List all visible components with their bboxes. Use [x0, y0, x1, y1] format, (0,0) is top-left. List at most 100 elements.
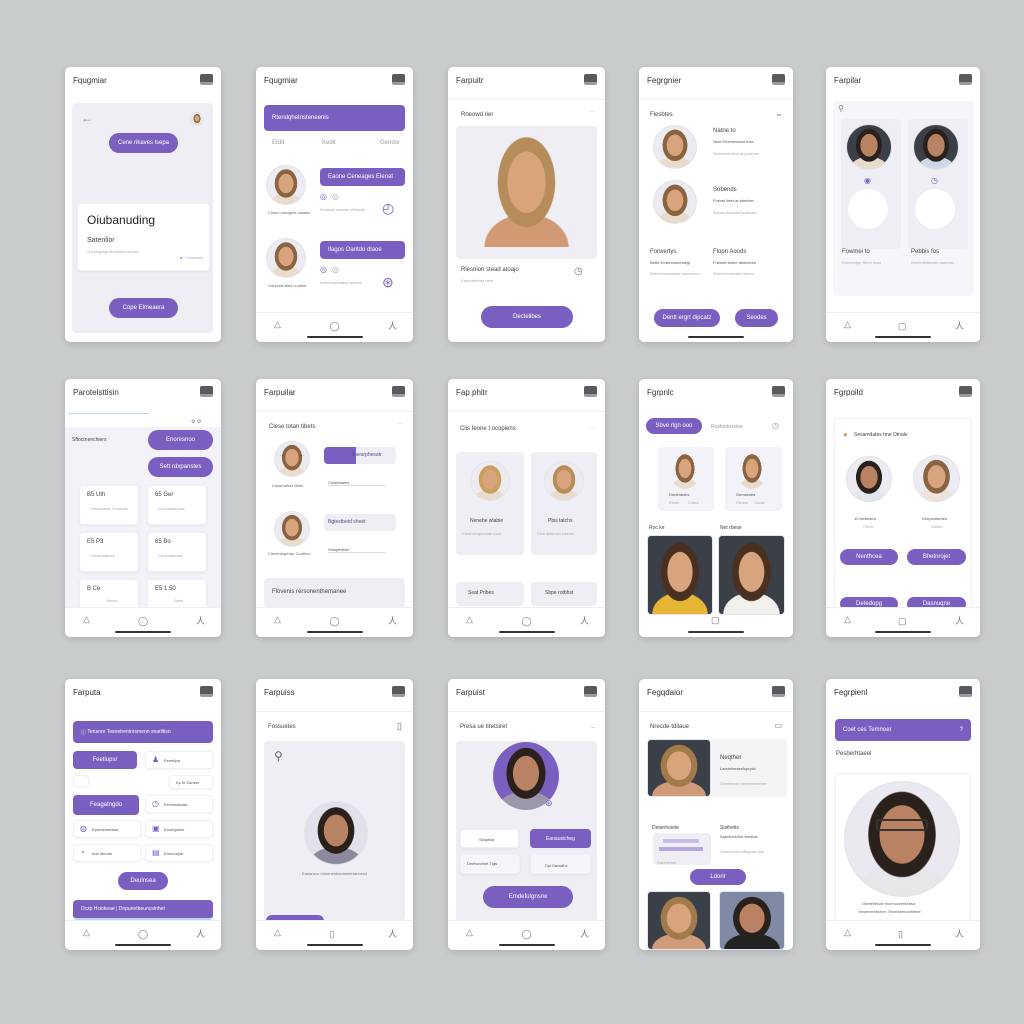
chat-icon[interactable]: ▯	[330, 929, 335, 940]
photo[interactable]	[647, 535, 713, 615]
menu-icon[interactable]	[959, 686, 972, 697]
option[interactable]: ▣ Eoolegaber	[145, 820, 213, 838]
chat-icon[interactable]: ◯	[522, 616, 532, 627]
stat-tile[interactable]: 65 Bo Cenenaeeeee	[147, 532, 207, 572]
tab-1[interactable]: Erdit	[272, 140, 284, 146]
globe-icon[interactable]: ◎	[332, 193, 339, 201]
option[interactable]: Dpl.Savsdhs	[530, 854, 591, 874]
camera-icon[interactable]: ◉	[864, 177, 871, 185]
top-button[interactable]: Cene rikaves lsepa	[109, 133, 178, 153]
bell-icon[interactable]: △	[844, 927, 851, 938]
menu-icon[interactable]	[772, 74, 785, 85]
back-arrow-icon[interactable]: ←	[81, 111, 93, 125]
secondary-button[interactable]: Seodes	[735, 309, 778, 327]
clock-icon[interactable]: ◷	[574, 267, 583, 277]
bell-icon[interactable]: △	[83, 927, 90, 938]
tab[interactable]: Rostuntnsstee	[711, 424, 743, 430]
action-button[interactable]: Nenthcea	[840, 549, 898, 565]
profile-icon[interactable]: 人	[388, 614, 397, 627]
search-icon[interactable]: ⚲	[838, 105, 844, 113]
chat-icon[interactable]: ▢	[898, 321, 907, 332]
edit-icon[interactable]: ⊛	[545, 799, 553, 808]
profile-icon[interactable]: 人	[955, 614, 964, 627]
chat-icon[interactable]: ◯	[138, 929, 148, 940]
option[interactable]: ▤ Eneunepar	[145, 844, 213, 862]
row-action-button[interactable]: Eaone Ceneages Elenat	[320, 168, 405, 186]
chat-bubble-icon[interactable]: ▭	[774, 721, 782, 730]
option-selected[interactable]: Eaoausicheg	[530, 829, 591, 848]
more-icon[interactable]: ···	[397, 421, 403, 427]
menu-icon[interactable]	[584, 386, 597, 397]
bell-icon[interactable]: △	[466, 614, 473, 625]
help-icon[interactable]: ?	[960, 727, 963, 733]
primary-button[interactable]: Deulnsea	[118, 872, 168, 890]
search-icon[interactable]: ⚲	[274, 749, 283, 763]
profile-icon[interactable]: 人	[580, 927, 589, 940]
checkbox[interactable]	[73, 775, 89, 787]
profile-icon[interactable]: 人	[196, 927, 205, 940]
mic-icon[interactable]: ◎	[320, 193, 327, 201]
timer-icon[interactable]: ◴	[382, 201, 394, 215]
chat-icon[interactable]: ◯	[138, 616, 148, 627]
bell-icon[interactable]: △	[274, 927, 281, 938]
option-button[interactable]: Feetlupsr	[73, 751, 137, 769]
more-icon[interactable]: ···	[591, 426, 595, 431]
primary-button[interactable]: Emdefutgnsrw	[483, 886, 573, 908]
chat-icon[interactable]: ▢	[898, 616, 907, 627]
bell-icon[interactable]: △	[466, 927, 473, 938]
photo[interactable]	[718, 535, 785, 615]
bottom-button[interactable]: Cope Elmeaera	[109, 298, 178, 318]
globe-icon[interactable]: ◎	[332, 266, 339, 274]
input-field[interactable]: Cestebaees	[328, 480, 386, 486]
action-button-2[interactable]: Sett rdxpanstes	[148, 457, 213, 477]
stat-tile[interactable]: E5 P3 Cinoanaamee	[79, 532, 139, 572]
bell-icon[interactable]: △	[844, 614, 851, 625]
timer-icon[interactable]: ◷	[931, 177, 938, 185]
primary-button[interactable]: Dectelibes	[481, 306, 573, 328]
video-button[interactable]	[915, 189, 955, 229]
option[interactable]: Ep fe Eaneer	[169, 775, 213, 789]
option[interactable]: Sdcpfisa	[460, 829, 519, 848]
tab-3[interactable]: Gendor	[380, 140, 400, 146]
option[interactable]: ◷ Eeewnabolar	[145, 795, 213, 813]
profile-icon[interactable]: 人	[955, 319, 964, 332]
menu-icon[interactable]	[959, 386, 972, 397]
photo[interactable]	[647, 891, 711, 950]
option[interactable]: ◔ eue Idnolar	[73, 844, 141, 862]
chat-icon[interactable]: ◯	[330, 616, 340, 627]
menu-icon[interactable]	[200, 386, 213, 397]
stat-tile[interactable]: 65 Ger Ceoneasbnsee	[147, 485, 207, 525]
option-card[interactable]: Seat Pribes	[456, 582, 524, 606]
forward-icon[interactable]: ⊛	[382, 275, 394, 289]
bell-icon[interactable]: △	[274, 614, 281, 625]
bell-icon[interactable]: △	[274, 319, 281, 330]
menu-icon[interactable]	[392, 686, 405, 697]
profile-icon[interactable]: 人	[388, 927, 397, 940]
action-button[interactable]: Bhetnrojet	[907, 549, 966, 565]
clock-icon[interactable]: ◷	[772, 422, 779, 430]
banner[interactable]: Coet ces Temnoer?	[835, 719, 971, 741]
option[interactable]: ◍ Epeesbiesnbar	[73, 820, 141, 838]
profile-icon[interactable]: 人	[955, 927, 964, 940]
bell-icon[interactable]: △	[844, 319, 851, 330]
bell-icon[interactable]: △	[83, 614, 90, 625]
profile-icon[interactable]: 人	[388, 319, 397, 332]
avatar[interactable]	[190, 112, 204, 126]
menu-icon[interactable]	[200, 74, 213, 85]
action-button-1[interactable]: Enoresnoo	[148, 430, 213, 450]
chat-icon[interactable]: ◯	[522, 929, 532, 940]
mute-button[interactable]	[848, 189, 888, 229]
primary-button[interactable]: Dentt ergrt dipcatz	[654, 309, 720, 327]
profile-icon[interactable]: 人	[196, 614, 205, 627]
primary-button[interactable]: Ldorir	[690, 869, 746, 885]
row-action-button[interactable]: Ilagos Oantdo dlaoe	[320, 241, 405, 259]
menu-icon[interactable]	[959, 74, 972, 85]
footer-bar[interactable]: Dczp Hciokeae | Dnpunetbeuncstnhet	[73, 900, 213, 920]
menu-icon[interactable]	[772, 686, 785, 697]
option-button[interactable]: Feagatngdo	[73, 795, 139, 815]
chat-icon[interactable]: ▯	[898, 929, 903, 940]
tab-2[interactable]: Kedit	[322, 140, 336, 146]
option-card[interactable]: Sbpe rotbhst	[531, 582, 597, 606]
menu-icon[interactable]	[392, 386, 405, 397]
bookmark-icon[interactable]: ▯	[397, 721, 402, 732]
